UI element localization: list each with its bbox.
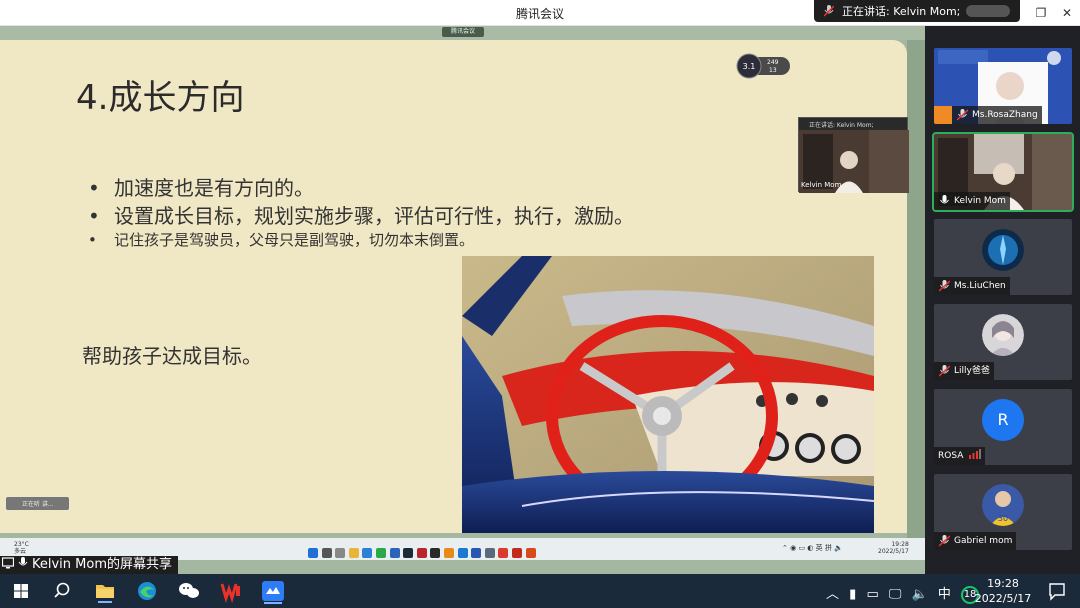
participant-tile[interactable]: Kelvin Mom	[932, 132, 1074, 212]
close-icon[interactable]: ✕	[1056, 3, 1078, 23]
user-icon	[934, 106, 952, 124]
ime-indicator[interactable]: 中	[938, 587, 951, 602]
badge-value-b: 13	[769, 67, 777, 74]
participant-name-bar: Kelvin Mom	[934, 192, 1010, 210]
file-explorer-icon[interactable]	[90, 578, 120, 604]
presentation-slide: 4.成长方向 3.1 249 13 加速度也是有方向的。 设置成长目标，规划实施…	[0, 40, 907, 533]
shared-ime-2: 拼	[824, 544, 832, 552]
participant-name-bar: Gabriel mom	[934, 532, 1017, 550]
title-bar: 腾讯会议 正在讲话: Kelvin Mom; ❐ ✕	[0, 0, 1080, 26]
shared-clock: 19:28 2022/5/17	[878, 541, 909, 555]
system-tray: ︿ ▮ ▭ 🖵 🔈 中 18	[826, 583, 980, 604]
chevron-up-icon: ⌃	[782, 544, 788, 552]
mic-muted-icon	[824, 5, 834, 17]
bullet-item: 记住孩子是驾驶员，父母只是副驾驶，切勿本末倒置。	[88, 230, 788, 250]
mini-video-label: Kelvin Mom	[801, 181, 842, 189]
floating-chip[interactable]: 正在听 讲...	[6, 497, 69, 510]
shared-tray: ⌃ ◉ ▭ ◐ 英 拼 🔈	[782, 543, 843, 553]
mic-muted-icon	[939, 535, 950, 547]
participant-name: Kelvin Mom	[954, 196, 1006, 206]
participant-name: Gabriel mom	[954, 536, 1013, 546]
shared-volume-icon: 🔈	[834, 544, 843, 552]
shared-ime-1: 英	[815, 544, 823, 552]
slide-title: 4.成长方向	[76, 78, 245, 118]
mini-video-header: 正在讲话: Kelvin Mom;	[799, 118, 907, 130]
shared-taskbar-icons	[308, 543, 539, 562]
participant-tile[interactable]: Ms.LiuChen	[934, 219, 1072, 295]
share-top-strip: 腾讯会议	[0, 26, 925, 40]
screen-share-area: 腾讯会议 4.成长方向 3.1 249 13 加速度也是有方向的。 设置成长目标…	[0, 26, 925, 574]
wechat-icon[interactable]	[174, 578, 204, 604]
participant-name: ROSA	[938, 451, 964, 461]
participant-tile[interactable]: 30 Gabriel mom	[934, 474, 1072, 550]
chevron-up-icon[interactable]: ︿	[826, 587, 839, 602]
screen-share-icon	[2, 557, 14, 569]
avatar	[982, 229, 1024, 271]
mic-muted-icon	[939, 280, 950, 292]
windows-start-icon[interactable]	[6, 578, 36, 604]
participant-name-bar: Ms.RosaZhang	[952, 106, 1042, 124]
avatar: 30	[982, 484, 1024, 526]
svg-text:30: 30	[998, 514, 1008, 523]
participant-panel: Ms.RosaZhang Kelvin Mom Ms.LiuChen Lilly…	[925, 26, 1080, 574]
participant-tile[interactable]: Ms.RosaZhang	[934, 48, 1072, 124]
share-top-tag: 腾讯会议	[442, 27, 484, 37]
tencent-meeting-icon[interactable]	[258, 578, 288, 604]
car-dashboard-photo	[462, 256, 874, 533]
bullet-item: 设置成长目标，规划实施步骤，评估可行性，执行，激励。	[88, 202, 788, 230]
screen-share-label: Kelvin Mom的屏幕共享	[0, 556, 178, 574]
system-taskbar: ︿ ▮ ▭ 🖵 🔈 中 18 19:28 2022/5/17	[0, 574, 1080, 608]
mic-icon	[940, 195, 949, 204]
shared-time: 19:28	[891, 541, 909, 548]
shared-weather-temp: 23°C	[14, 541, 29, 548]
participant-name: Lilly爸爸	[954, 366, 990, 376]
screen-share-text: Kelvin Mom的屏幕共享	[32, 557, 172, 572]
shared-weather: 23°C 多云	[14, 541, 29, 555]
shared-tray-icons: ◉ ▭ ◐	[790, 544, 814, 552]
search-icon[interactable]	[46, 578, 76, 604]
participant-name-bar: Ms.LiuChen	[934, 277, 1010, 295]
blurred-name	[966, 5, 1011, 17]
volume-icon[interactable]: 🔈	[912, 587, 928, 602]
mic-icon	[18, 557, 28, 566]
signal-strength-icon	[969, 449, 982, 459]
badge-value-a: 249	[767, 59, 779, 66]
participant-tile[interactable]: R ROSA	[934, 389, 1072, 465]
participant-tile[interactable]: Lilly爸爸	[934, 304, 1072, 380]
participant-name-bar: ROSA	[934, 447, 986, 465]
avatar	[982, 314, 1024, 356]
clock-date: 2022/5/17	[974, 592, 1032, 605]
mic-muted-icon	[939, 365, 950, 377]
slide-badge: 3.1 249 13	[736, 53, 790, 79]
usb-icon[interactable]: ▮	[849, 587, 856, 602]
mic-muted-icon	[957, 109, 968, 121]
system-clock[interactable]: 19:28 2022/5/17	[974, 576, 1032, 606]
restore-icon[interactable]: ❐	[1030, 3, 1052, 23]
slide-help-text: 帮助孩子达成目标。	[82, 344, 262, 368]
svg-text:3.1: 3.1	[743, 62, 756, 71]
shared-weather-desc: 多云	[14, 548, 27, 555]
speaking-text: 正在讲话: Kelvin Mom;	[842, 5, 961, 18]
network-icon[interactable]: 🖵	[889, 587, 902, 602]
edge-browser-icon[interactable]	[132, 578, 162, 604]
bullet-list: 加速度也是有方向的。 设置成长目标，规划实施步骤，评估可行性，执行，激励。 记住…	[88, 174, 788, 250]
battery-icon[interactable]: ▭	[866, 587, 878, 602]
shared-date: 2022/5/17	[878, 548, 909, 555]
participant-name: Ms.RosaZhang	[972, 110, 1038, 120]
clock-time: 19:28	[987, 577, 1019, 590]
avatar: R	[982, 399, 1024, 441]
participant-name-bar: Lilly爸爸	[934, 362, 994, 380]
speaking-indicator: 正在讲话: Kelvin Mom;	[814, 0, 1020, 22]
slide-edge	[907, 40, 925, 540]
notification-center-icon[interactable]	[1042, 578, 1072, 604]
bullet-item: 加速度也是有方向的。	[88, 174, 788, 202]
wps-office-icon[interactable]	[216, 578, 246, 604]
participant-name: Ms.LiuChen	[954, 281, 1006, 291]
floating-speaker-video[interactable]: 正在讲话: Kelvin Mom; Kelvin Mom	[798, 117, 909, 193]
